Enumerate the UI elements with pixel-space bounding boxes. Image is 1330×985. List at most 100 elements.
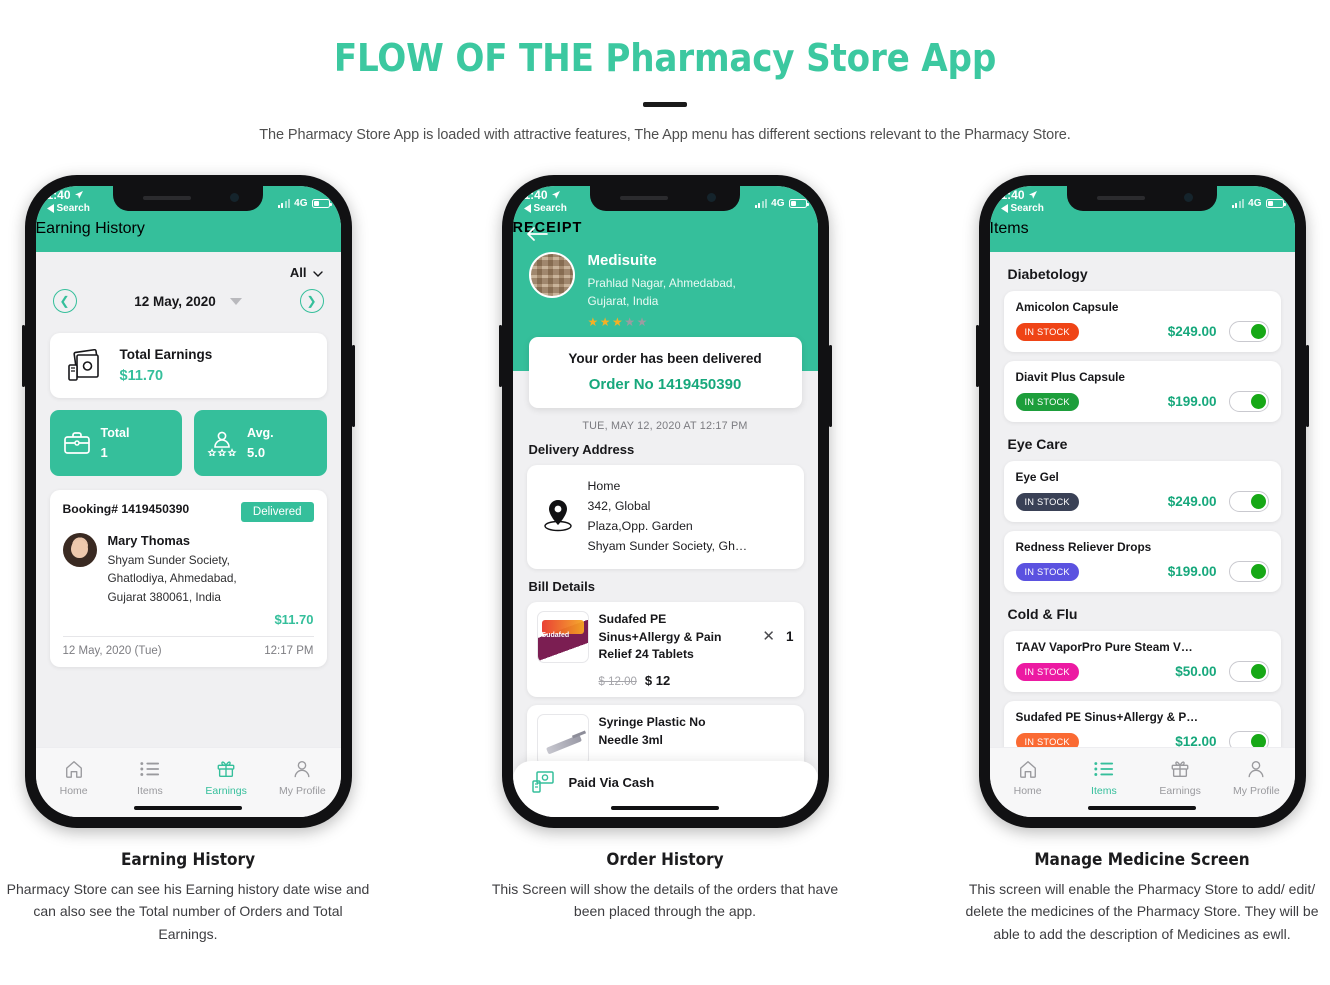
caption-body-1: Pharmacy Store can see his Earning histo… bbox=[6, 881, 370, 942]
network-label: 4G bbox=[1248, 198, 1262, 209]
cash-icon bbox=[531, 771, 554, 793]
caret-down-icon bbox=[229, 297, 242, 305]
front-camera-icon bbox=[1184, 193, 1193, 202]
status-bar-right: 4G bbox=[1231, 198, 1286, 209]
availability-toggle[interactable] bbox=[1228, 391, 1269, 412]
medicine-row[interactable]: Redness Reliever Drops IN STOCK $199.00 bbox=[1003, 531, 1281, 592]
status-back-group[interactable]: Search bbox=[523, 203, 567, 214]
date-picker[interactable]: 12 May, 2020 bbox=[134, 294, 242, 309]
chevron-down-icon bbox=[312, 271, 323, 277]
speaker-icon bbox=[620, 196, 668, 200]
gift-icon bbox=[188, 758, 264, 780]
prev-date-button[interactable]: ❮ bbox=[52, 289, 77, 313]
home-icon bbox=[990, 758, 1066, 780]
person-icon bbox=[1218, 758, 1294, 780]
next-date-button[interactable]: ❯ bbox=[299, 289, 324, 313]
tab-home[interactable]: Home bbox=[990, 758, 1066, 797]
status-back-label: Search bbox=[1010, 203, 1044, 214]
battery-icon bbox=[788, 199, 809, 208]
medicine-price: $249.00 bbox=[1167, 494, 1217, 509]
tab-my-profile[interactable]: My Profile bbox=[264, 758, 340, 797]
booking-card[interactable]: Booking# 1419450390 Delivered Mary Thoma… bbox=[49, 490, 327, 667]
column-manage-medicine: 1:40 Search 4G Items Diabetology Amicolo… bbox=[957, 175, 1327, 945]
speaker-icon bbox=[143, 196, 191, 200]
star-empty-icon: ★ bbox=[636, 315, 649, 330]
status-time: 1:40 bbox=[523, 188, 548, 202]
medicine-name: TAAV VaporPro Pure Steam V… bbox=[1015, 640, 1193, 654]
location-arrow-icon bbox=[551, 191, 560, 199]
medicine-row[interactable]: TAAV VaporPro Pure Steam V… IN STOCK $50… bbox=[1003, 631, 1281, 692]
stat-total-card: Total 1 bbox=[49, 410, 182, 476]
store-avatar bbox=[528, 252, 575, 298]
availability-toggle[interactable] bbox=[1228, 561, 1269, 582]
page-title: FLOW OF THE Pharmacy Store App bbox=[333, 36, 997, 80]
tab-home[interactable]: Home bbox=[36, 758, 112, 797]
category-title: Diabetology bbox=[1007, 266, 1088, 282]
screen-items: 1:40 Search 4G Items Diabetology Amicolo… bbox=[989, 186, 1295, 817]
status-time: 1:40 bbox=[46, 188, 71, 202]
back-button[interactable] bbox=[526, 226, 549, 242]
stat-avg-label: Avg. bbox=[247, 426, 274, 440]
status-time: 1:40 bbox=[1000, 188, 1025, 202]
screens-row: 1:40 Search 4G Earning History All ❮ 12 … bbox=[0, 175, 1330, 945]
medicine-meta: IN STOCK $199.00 bbox=[1015, 561, 1269, 582]
total-earnings-value: $11.70 bbox=[119, 368, 164, 384]
tab-earnings[interactable]: Earnings bbox=[188, 758, 264, 797]
back-triangle-icon bbox=[46, 204, 54, 213]
page-root: FLOW OF THE Pharmacy Store App The Pharm… bbox=[0, 0, 1330, 985]
filter-label: All bbox=[289, 265, 307, 280]
column-earning-history: 1:40 Search 4G Earning History All ❮ 12 … bbox=[3, 175, 373, 945]
tab-items[interactable]: Items bbox=[1066, 758, 1142, 797]
order-status-card: Your order has been delivered Order No 1… bbox=[528, 337, 802, 409]
address-line-1: 342, Global bbox=[587, 499, 651, 514]
product-thumbnail bbox=[536, 611, 589, 663]
medicine-name: Amicolon Capsule bbox=[1015, 300, 1119, 314]
status-bar-left: 1:40 Search bbox=[523, 188, 567, 214]
avatar bbox=[62, 533, 97, 567]
store-texts: Medisuite Prahlad Nagar, Ahmedabad, Guja… bbox=[588, 252, 736, 329]
tab-earnings[interactable]: Earnings bbox=[1142, 758, 1218, 797]
store-rating: ★★★★★ bbox=[588, 315, 736, 329]
tab-home-label: Home bbox=[59, 785, 88, 797]
stats-row: Total 1 Avg. 5.0 bbox=[49, 410, 327, 476]
status-back-group[interactable]: Search bbox=[1000, 203, 1044, 214]
filter-dropdown[interactable]: All bbox=[36, 252, 341, 280]
tab-items[interactable]: Items bbox=[112, 758, 188, 797]
store-address: Prahlad Nagar, Ahmedabad, Gujarat, India bbox=[587, 276, 736, 308]
booking-id: Booking# 1419450390 bbox=[62, 502, 190, 516]
bill-item-name: Sudafed PE Sinus+Allergy & Pain Relief 2… bbox=[598, 612, 722, 662]
tab-my-profile[interactable]: My Profile bbox=[1218, 758, 1294, 797]
star-filled-icon: ★ bbox=[599, 315, 613, 330]
stock-badge: IN STOCK bbox=[1015, 322, 1079, 341]
tab-earnings-label: Earnings bbox=[205, 785, 247, 797]
location-arrow-icon bbox=[1028, 191, 1037, 199]
medicine-row[interactable]: Amicolon Capsule IN STOCK $249.00 bbox=[1003, 291, 1281, 352]
phone-mockup-1: 1:40 Search 4G Earning History All ❮ 12 … bbox=[21, 175, 355, 828]
front-camera-icon bbox=[707, 193, 716, 202]
caption-body-3: This screen will enable the Pharmacy Sto… bbox=[965, 881, 1319, 942]
address-line-3: Shyam Sunder Society, Gh… bbox=[587, 539, 748, 554]
booking-time: 12:17 PM bbox=[264, 644, 314, 657]
battery-icon bbox=[311, 199, 332, 208]
availability-toggle[interactable] bbox=[1228, 491, 1269, 512]
status-back-group[interactable]: Search bbox=[46, 203, 90, 214]
home-indicator bbox=[611, 806, 719, 810]
medicine-row[interactable]: Diavit Plus Capsule IN STOCK $199.00 bbox=[1003, 361, 1281, 422]
tab-profile-label: My Profile bbox=[1233, 785, 1280, 797]
medicine-row[interactable]: Eye Gel IN STOCK $249.00 bbox=[1003, 461, 1281, 522]
screen-title-1: Earning History bbox=[35, 220, 145, 237]
status-time-group: 1:40 bbox=[47, 188, 90, 202]
total-earnings-label: Total Earnings bbox=[119, 347, 213, 362]
page-header: FLOW OF THE Pharmacy Store App The Pharm… bbox=[0, 0, 1330, 143]
tab-earnings-label: Earnings bbox=[1159, 785, 1201, 797]
availability-toggle[interactable] bbox=[1228, 661, 1269, 682]
earnings-texts: Total Earnings $11.70 bbox=[120, 347, 213, 384]
star-empty-icon: ★ bbox=[624, 315, 637, 330]
stat-total-label: Total bbox=[100, 426, 130, 440]
booking-header: Booking# 1419450390 Delivered bbox=[63, 502, 314, 522]
availability-toggle[interactable] bbox=[1228, 321, 1269, 342]
home-indicator bbox=[1088, 806, 1196, 810]
medicine-name: Diavit Plus Capsule bbox=[1015, 370, 1125, 384]
caption-title-1: Earning History bbox=[120, 850, 256, 870]
stat-avg-value: 5.0 bbox=[247, 445, 266, 460]
